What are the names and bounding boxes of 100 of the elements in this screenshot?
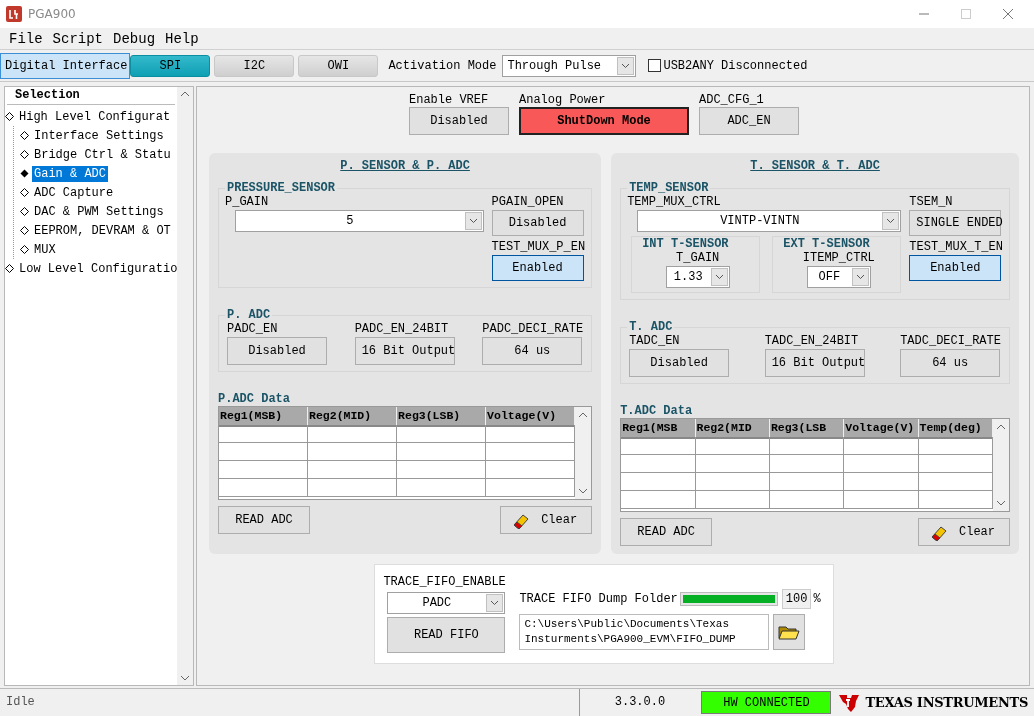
group-title: INT T-SENSOR [642, 237, 730, 251]
interface-label: Digital Interface [0, 52, 131, 79]
tree-item[interactable]: DAC & PWM Settings [32, 203, 166, 220]
column-header[interactable]: Reg2(MID [695, 419, 770, 439]
value-dropdown[interactable]: 1.33 [665, 266, 730, 288]
table-title: T.ADC Data [620, 404, 694, 418]
tree-header: Selection [7, 88, 175, 105]
field-label: TRACE_FIFO_ENABLE [383, 575, 506, 589]
status-message: Idle [5, 694, 36, 711]
filled-diamond-icon [20, 169, 29, 178]
activation-mode-label: Activation Mode [388, 58, 497, 73]
toggle-button[interactable]: Disabled [227, 337, 327, 365]
scrollbar[interactable] [575, 407, 592, 499]
toggle-button[interactable]: SINGLE ENDED [909, 210, 1002, 236]
interface-tab[interactable]: SPI [130, 54, 211, 77]
control-label: ADC_CFG_1 [699, 93, 764, 107]
read-fifo-button[interactable]: READ FIFO [387, 617, 506, 653]
column-header[interactable]: Reg1(MSB [621, 419, 696, 439]
column-header[interactable]: Temp(deg) [918, 419, 993, 439]
interface-tab[interactable]: OWI [298, 54, 379, 77]
tree-item[interactable]: High Level Configurat [17, 108, 173, 125]
field-label: TSEM_N [909, 195, 953, 209]
tree-item[interactable]: Low Level Configuratio [17, 260, 177, 277]
close-icon[interactable] [1002, 8, 1014, 20]
group-title: T. ADC [628, 320, 674, 334]
browse-folder-button[interactable] [773, 614, 806, 650]
table-title: P.ADC Data [218, 392, 291, 406]
field-label: T_GAIN [676, 251, 720, 265]
column-header[interactable]: Reg2(MID) [308, 407, 398, 427]
toggle-button[interactable]: 16 Bit Output [354, 337, 455, 365]
group-title: EXT T-SENSOR [783, 237, 871, 251]
column-header[interactable]: Voltage(V) [486, 407, 576, 427]
power-mode-button[interactable]: ShutDown Mode [519, 107, 689, 135]
toggle-button[interactable]: Enabled [909, 255, 1002, 281]
field-label: PADC_EN [227, 322, 278, 336]
activation-mode-dropdown[interactable]: Through Pulse [502, 54, 637, 77]
field-label: ITEMP_CTRL [802, 251, 875, 265]
diamond-icon [20, 150, 29, 159]
interface-tab[interactable]: I2C [214, 54, 295, 77]
tree-item[interactable]: Interface Settings [32, 127, 166, 144]
folder-label: TRACE FIFO Dump Folder [519, 592, 678, 606]
folder-icon [778, 624, 801, 640]
clear-button[interactable]: Clear [500, 506, 593, 534]
maximize-icon[interactable] [960, 8, 972, 20]
tree-item[interactable]: ADC Capture [32, 184, 116, 201]
clear-button[interactable]: Clear [918, 518, 1010, 546]
toggle-button[interactable]: Disabled [491, 210, 584, 236]
usb-status-label: USB2ANY Disconnected [663, 58, 808, 73]
value-dropdown[interactable]: OFF [806, 266, 871, 288]
scrollbar[interactable] [177, 87, 193, 685]
column-header[interactable]: Reg3(LSB) [397, 407, 487, 427]
field-label: PGAIN_OPEN [491, 195, 564, 209]
field-label: PADC_DECI_RATE [482, 322, 584, 336]
toggle-button[interactable]: 16 Bit Output [764, 349, 865, 377]
progress-reading: 100 [781, 589, 812, 609]
usb-checkbox[interactable] [648, 59, 662, 72]
folder-path-field[interactable]: C:\Users\Public\Documents\Texas Insturments\PGA900_EVM\FIFO_DUMP [519, 614, 770, 650]
value-dropdown[interactable]: 5 [235, 210, 484, 232]
panel-title: P. SENSOR & P. ADC [340, 159, 470, 173]
diamond-icon [5, 112, 14, 121]
tree-item[interactable]: MUX [32, 241, 58, 258]
field-label: TEMP_MUX_CTRL [627, 195, 722, 209]
toggle-button[interactable]: 64 us [482, 337, 583, 365]
toggle-button[interactable]: ADC_EN [699, 107, 799, 135]
read-adc-button[interactable]: READ ADC [620, 518, 713, 546]
group-title: P. ADC [226, 308, 272, 322]
tree-item[interactable]: Gain & ADC [32, 165, 108, 182]
value-dropdown[interactable]: VINTP-VINTN [637, 210, 902, 232]
panel-title: T. SENSOR & T. ADC [750, 159, 880, 173]
column-header[interactable]: Reg1(MSB) [219, 407, 309, 427]
field-label: P_GAIN [225, 195, 270, 209]
diamond-icon [20, 245, 29, 254]
menu-item[interactable]: Script [48, 30, 108, 47]
tree-item[interactable]: EEPROM, DEVRAM & OT [32, 222, 173, 239]
diamond-icon [20, 226, 29, 235]
field-label: PADC_EN_24BIT [354, 322, 449, 336]
control-label: Enable VREF [409, 93, 489, 107]
version-label: 3.3.0.0 [579, 689, 700, 716]
brand-name: TEXAS INSTRUMENTS [865, 695, 1028, 710]
menu-item[interactable]: Debug [109, 30, 160, 47]
menu-item[interactable]: File [5, 30, 47, 47]
menu-item[interactable]: Help [161, 30, 203, 47]
fifo-source-dropdown[interactable]: PADC [387, 592, 506, 614]
toggle-button[interactable]: Disabled [409, 107, 509, 135]
toggle-button[interactable]: Enabled [491, 255, 584, 281]
diamond-icon [20, 207, 29, 216]
field-label: TEST_MUX_T_EN [909, 240, 1003, 254]
field-label: TADC_EN [629, 334, 680, 348]
read-adc-button[interactable]: READ ADC [218, 506, 310, 534]
column-header[interactable]: Voltage(V) [844, 419, 919, 439]
tree-item[interactable]: Bridge Ctrl & Statu [32, 146, 173, 163]
field-label: TADC_EN_24BIT [764, 334, 859, 348]
app-logo-icon [6, 6, 22, 22]
group-title: PRESSURE_SENSOR [226, 181, 337, 195]
toggle-button[interactable]: 64 us [900, 349, 1001, 377]
percent-unit: % [813, 592, 821, 606]
field-label: TEST_MUX_P_EN [491, 240, 586, 254]
diamond-icon [5, 264, 14, 273]
column-header[interactable]: Reg3(LSB [769, 419, 845, 439]
toggle-button[interactable]: Disabled [629, 349, 730, 377]
